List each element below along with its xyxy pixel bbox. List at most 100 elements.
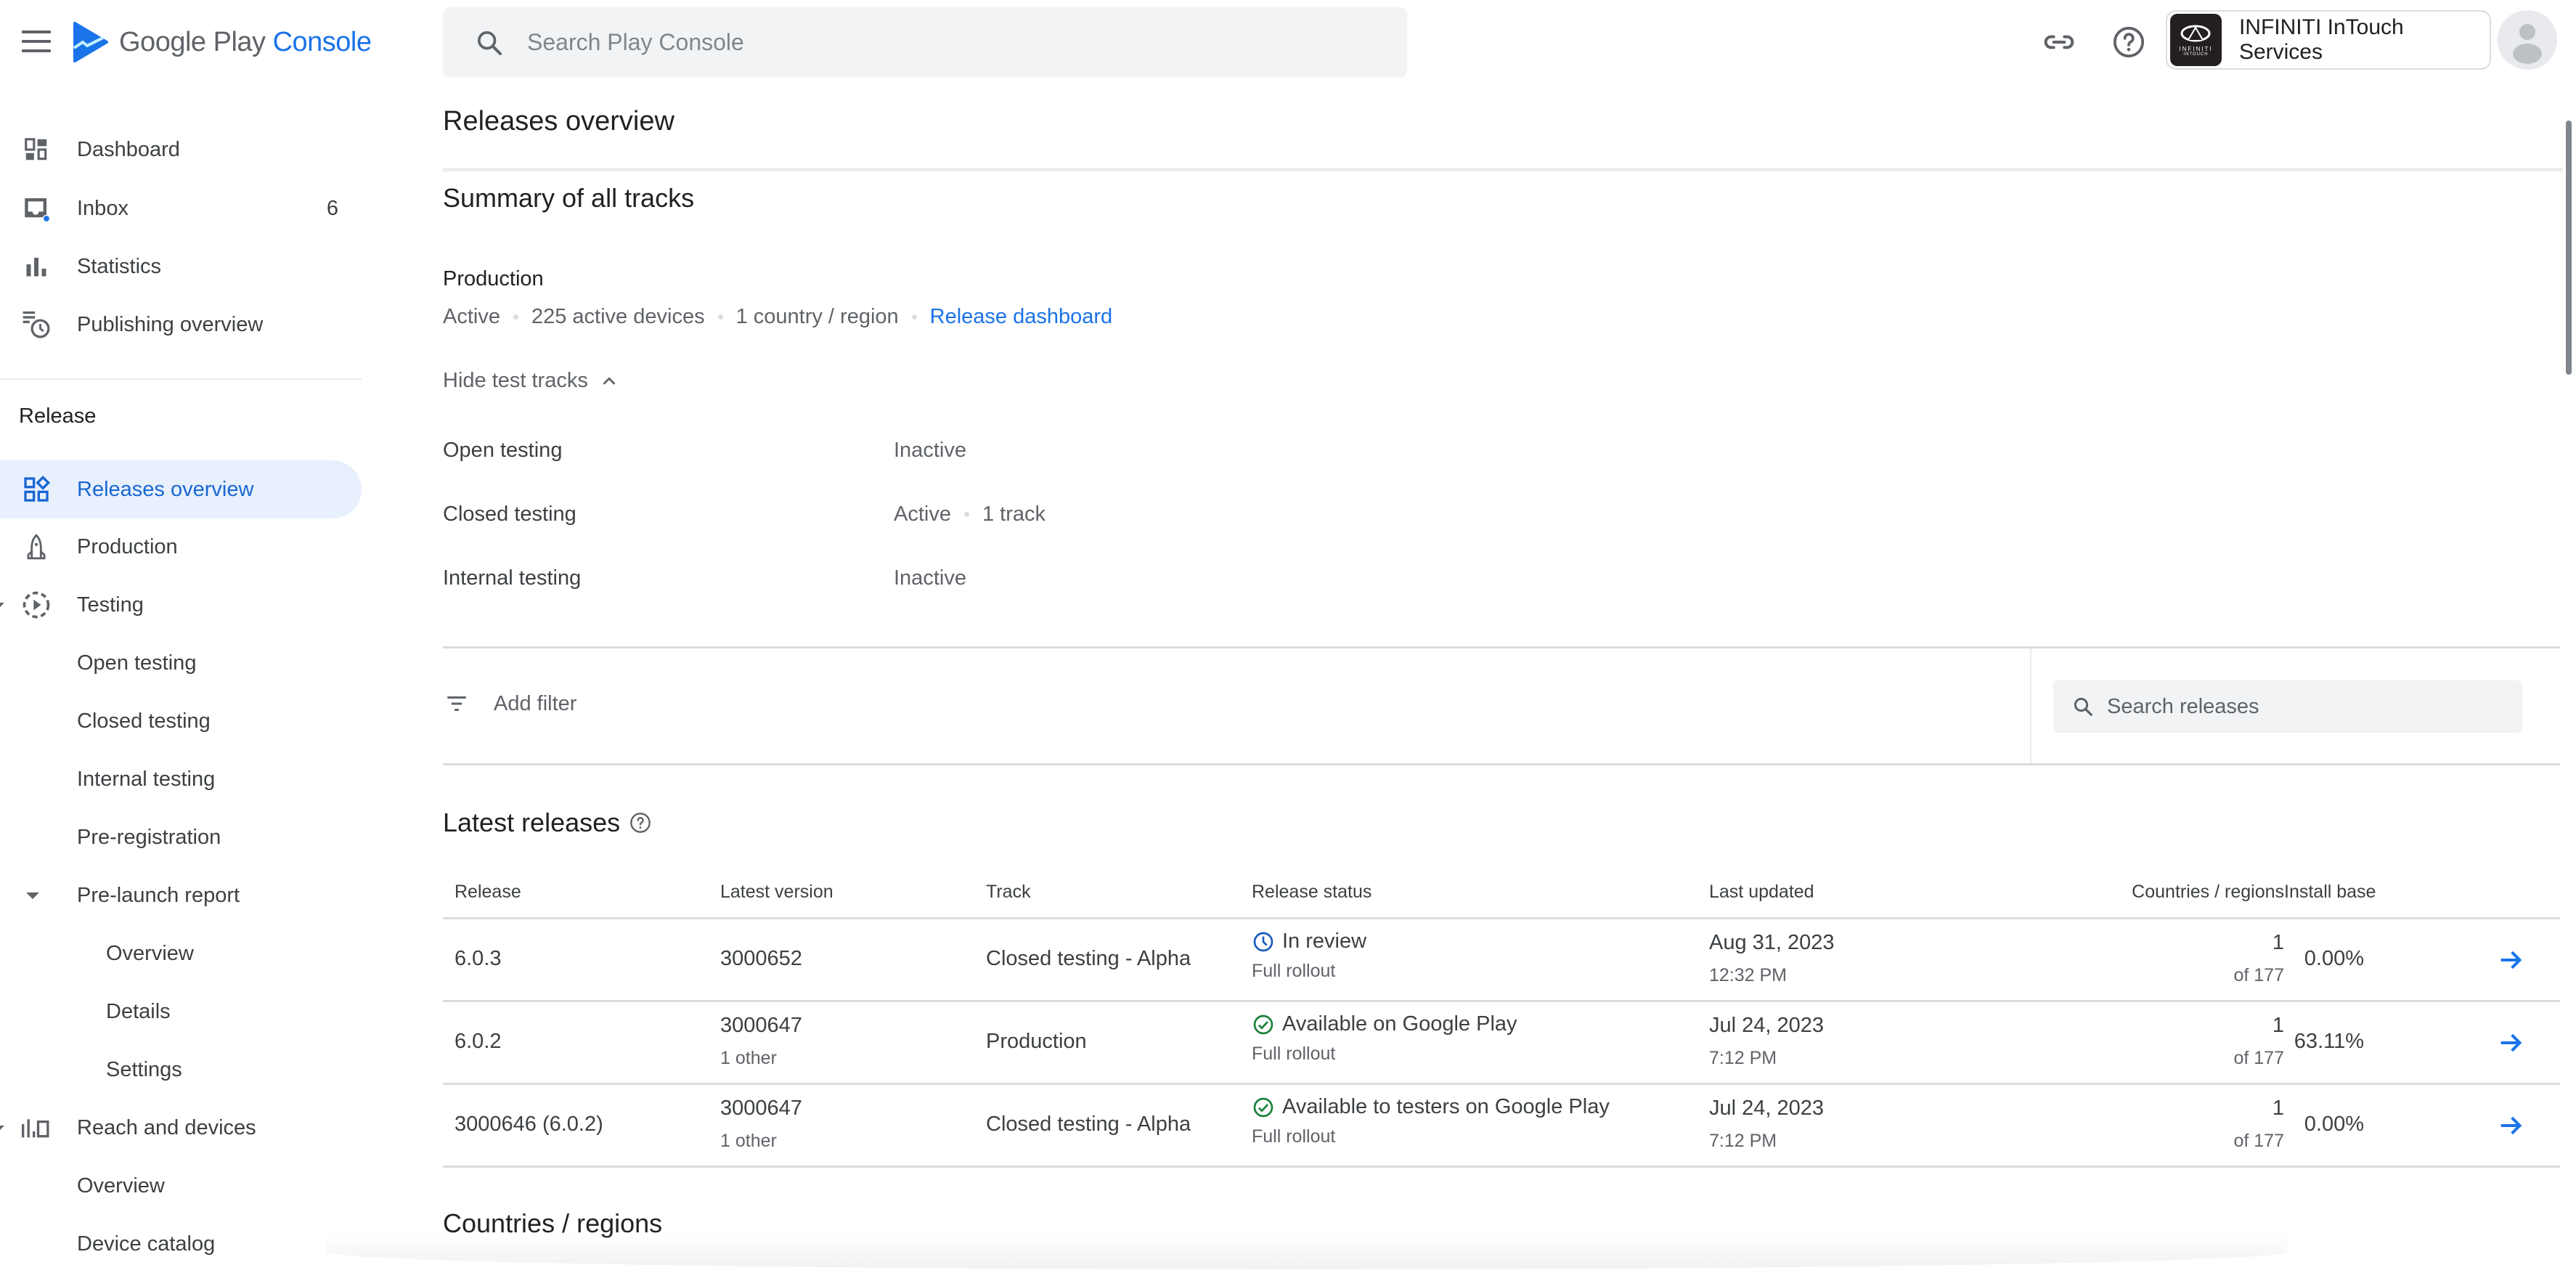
release-status: In review Full rollout [1252, 930, 1367, 981]
search-icon [478, 30, 502, 55]
sidebar-item-releases-overview[interactable]: Releases overview [0, 460, 362, 518]
search-icon [2074, 697, 2092, 716]
play-console-logo-icon [73, 22, 108, 62]
sidebar-item-open-testing[interactable]: Open testing [0, 634, 362, 692]
check-circle-icon [1253, 1097, 1273, 1117]
collapse-caret-icon[interactable] [0, 1126, 4, 1130]
search-input[interactable] [526, 28, 1327, 57]
play-console-search[interactable] [443, 7, 1407, 78]
table-row[interactable]: 6.0.2 3000647 1 other Production Available o… [443, 1000, 2560, 1083]
install-base: 0.00% [2304, 947, 2364, 970]
open-release-button[interactable] [2495, 1110, 2527, 1142]
release-dashboard-link[interactable]: Release dashboard [930, 305, 1113, 329]
sidebar-item-label: Settings [106, 1057, 182, 1081]
person-icon [2513, 24, 2542, 64]
open-release-button[interactable] [2495, 944, 2527, 976]
sidebar-item-label: Closed testing [77, 709, 211, 733]
sidebar-item-pre-launch-overview[interactable]: Overview [0, 924, 362, 983]
help-icon[interactable] [629, 811, 652, 834]
search-releases-field[interactable] [2053, 680, 2522, 733]
test-track-row: Open testing Inactive [443, 439, 1532, 468]
sidebar-item-production[interactable]: Production [0, 518, 362, 576]
sidebar-item-closed-testing[interactable]: Closed testing [0, 692, 362, 750]
releases-overview-icon [20, 473, 52, 505]
sidebar-item-reach-and-devices[interactable]: Reach and devices [0, 1099, 362, 1157]
column-header-release-status[interactable]: Release status [1252, 882, 1371, 903]
column-header-countries[interactable]: Countries / regions [2066, 882, 2284, 903]
production-active-devices: 225 active devices [531, 305, 705, 328]
account-avatar[interactable] [2498, 10, 2557, 70]
link-icon [2044, 35, 2074, 49]
production-countries: 1 country / region [735, 305, 899, 328]
sidebar-item-pre-registration[interactable]: Pre-registration [0, 808, 362, 866]
sidebar-section-release: Release [19, 404, 97, 428]
rocket-icon [20, 531, 52, 563]
page-title: Releases overview [443, 106, 674, 137]
column-header-last-updated[interactable]: Last updated [1709, 882, 1814, 903]
filter-list-icon [447, 696, 466, 712]
release-name: 3000646 (6.0.2) [455, 1113, 603, 1136]
sidebar-item-statistics[interactable]: Statistics [0, 237, 362, 296]
sidebar-item-testing[interactable]: Testing [0, 576, 362, 634]
sidebar-item-label: Open testing [77, 651, 197, 675]
app-selector[interactable]: INFINITI INTOUCH INFINITI InTouch Servic… [2166, 10, 2491, 70]
column-header-install-base[interactable]: Install base [2284, 882, 2376, 903]
sidebar-item-label: Releases overview [77, 477, 254, 501]
track-name: Internal testing [443, 566, 582, 590]
sidebar-item-reach-overview[interactable]: Overview [0, 1157, 362, 1215]
track-name: Production [986, 1030, 1087, 1053]
sidebar-item-label: Details [106, 999, 171, 1023]
infiniti-logo-icon [2180, 25, 2211, 41]
column-header-track[interactable]: Track [986, 882, 1031, 903]
sidebar-item-label: Testing [77, 593, 144, 617]
separator-dot [513, 314, 518, 320]
latest-version: 3000647 1 other [720, 1097, 802, 1151]
track-status: Active 1 track [894, 503, 1046, 526]
sidebar-item-inbox[interactable]: Inbox 6 [0, 179, 362, 237]
bar-chart-icon [20, 251, 52, 282]
page-scrollbar[interactable] [2566, 121, 2572, 375]
rollout: Full rollout [1252, 1126, 1336, 1147]
sidebar-item-internal-testing[interactable]: Internal testing [0, 750, 362, 808]
clock-icon [1253, 932, 1273, 951]
inbox-icon [20, 192, 52, 224]
test-track-row: Internal testing Inactive [443, 566, 1532, 595]
open-release-button[interactable] [2495, 1027, 2527, 1059]
release-name: 6.0.2 [455, 1030, 502, 1053]
collapse-caret-icon[interactable] [0, 603, 4, 607]
sidebar-item-label: Pre-registration [77, 825, 221, 849]
google-play-console-logo[interactable]: Google Play Console [73, 22, 372, 62]
expand-caret-icon[interactable] [26, 892, 39, 899]
table-row[interactable]: 3000646 (6.0.2) 3000647 1 other Closed test… [443, 1083, 2560, 1168]
help-button[interactable] [2107, 20, 2151, 64]
latest-version: 3000652 [720, 947, 802, 970]
sidebar-item-label: Reach and devices [77, 1115, 256, 1139]
publishing-schedule-icon [20, 309, 52, 341]
last-updated-time: 7:12 PM [1709, 1048, 1777, 1068]
sidebar-item-publishing-overview[interactable]: Publishing overview [0, 296, 362, 354]
table-row[interactable]: 6.0.3 3000652 Closed testing - Alpha In rev… [443, 917, 2560, 1000]
sidebar-item-pre-launch-settings[interactable]: Settings [0, 1041, 362, 1099]
app-logo: INFINITI INTOUCH [2170, 14, 2222, 66]
sidebar-item-pre-launch-details[interactable]: Details [0, 983, 362, 1041]
add-filter-button[interactable]: Add filter [444, 691, 576, 716]
install-base: 63.11% [2294, 1030, 2364, 1053]
column-header-latest-version[interactable]: Latest version [720, 882, 833, 903]
search-releases-input[interactable] [2106, 694, 2500, 720]
sidebar-item-device-catalog[interactable]: Device catalog [0, 1215, 362, 1273]
track-name: Closed testing - Alpha [986, 1113, 1191, 1136]
sidebar-item-label: Inbox [77, 196, 129, 220]
sidebar-item-pre-launch-report[interactable]: Pre-launch report [0, 866, 362, 924]
copy-link-button[interactable] [2037, 20, 2081, 64]
sidebar-item-dashboard[interactable]: Dashboard [0, 121, 362, 179]
toggle-label: Hide test tracks [443, 369, 588, 392]
separator-dot [963, 512, 969, 517]
main-menu-icon[interactable] [22, 30, 51, 52]
track-name: Open testing [443, 439, 563, 462]
track-status: Inactive [894, 566, 966, 590]
hide-test-tracks-toggle[interactable]: Hide test tracks [443, 369, 620, 393]
production-track-meta: Active 225 active devices 1 country / re… [443, 305, 1112, 329]
add-filter-label: Add filter [494, 691, 577, 715]
latest-releases-title: Latest releases [443, 808, 621, 837]
column-header-release[interactable]: Release [455, 882, 521, 903]
